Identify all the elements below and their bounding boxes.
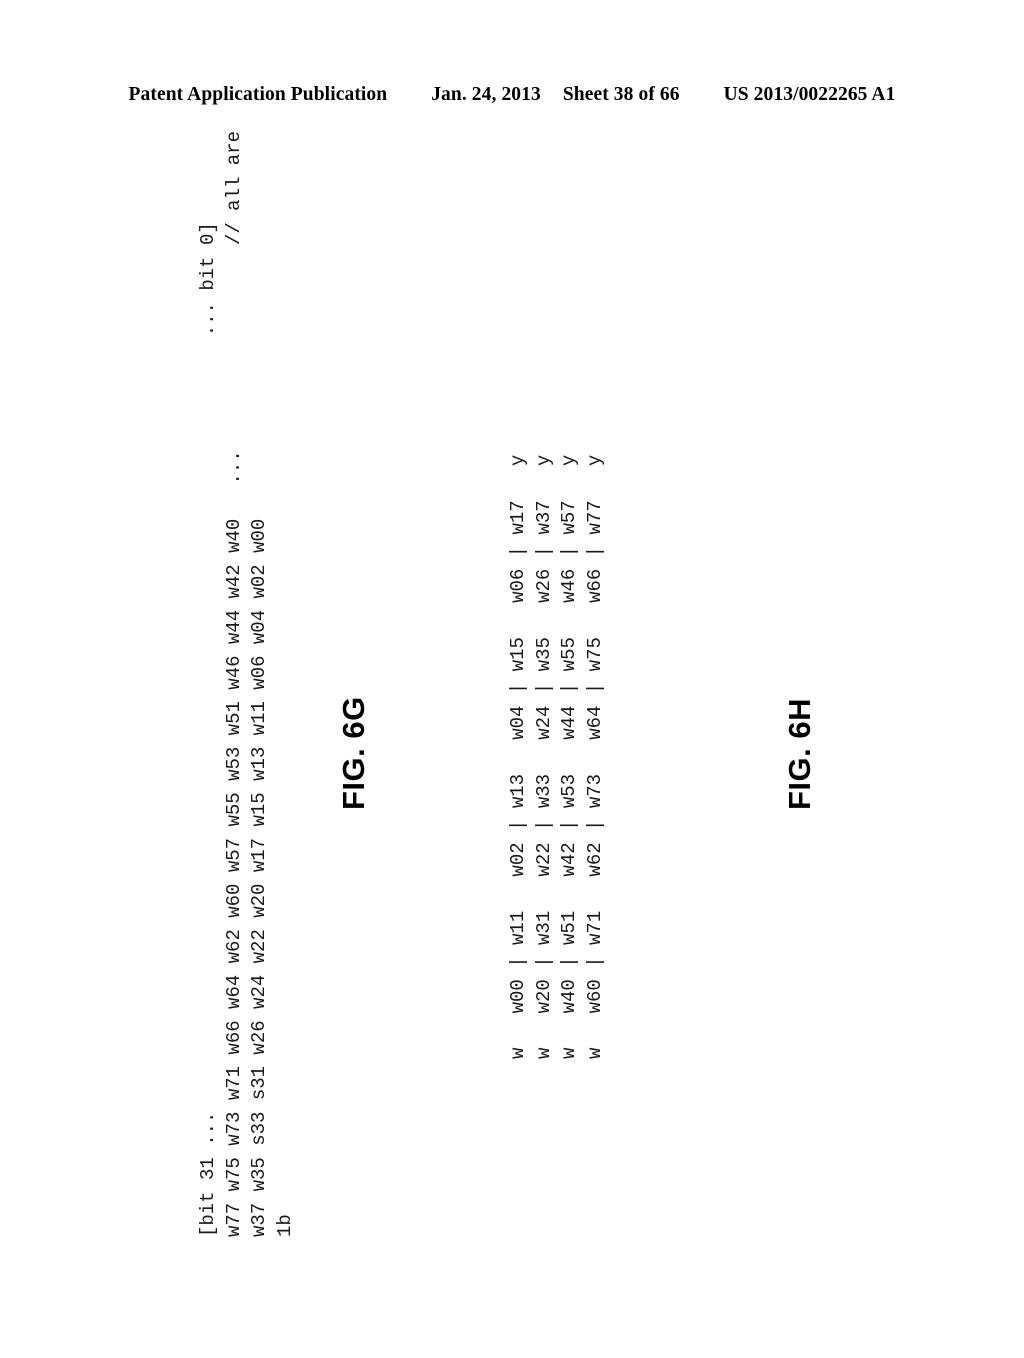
figure-6h-listing-container: w w00 | w11 w02 | w13 w04 | w15 w06 | w1…: [506, 455, 1024, 1180]
figure-6g-caption-rotation-wrapper: FIG. 6G: [336, 696, 372, 810]
matrix-row: w w20 | w31 w22 | w33 w24 | w35 w26 | w3…: [532, 454, 555, 1059]
listing-row-1b: 1b: [273, 1214, 296, 1237]
matrix-row: w w60 | w71 w62 | w73 w64 | w75 w66 | w7…: [583, 454, 606, 1059]
figure-6g-rotation-wrapper: [bit 31 ... ... bit 0] w77 w75 w73 w71 w6…: [196, 131, 298, 1237]
figure-6h-caption-rotation-wrapper: FIG. 6H: [782, 698, 818, 810]
listing-row-upper-words: w77 w75 w73 w71 w66 w64 w62 w60 w57 w55 …: [222, 131, 245, 1237]
figure-6g-caption-container: FIG. 6G: [336, 696, 450, 846]
listing-row-bit-range: [bit 31 ... ... bit 0]: [197, 222, 219, 1237]
listing-row-lower-words: w37 w35 s33 s31 w26 w24 w22 w20 w17 w15 …: [248, 518, 270, 1237]
sheet-number: Sheet 38 of 66: [562, 84, 680, 105]
page-running-header: Patent Application Publication Jan. 24, …: [0, 84, 1024, 106]
figure-6h-caption: FIG. 6H: [782, 697, 817, 810]
figure-6h-caption-container: FIG. 6H: [782, 698, 894, 846]
figure-6h-matrix-listing: w w00 | w11 w02 | w13 w04 | w15 w06 | w1…: [506, 455, 608, 1059]
matrix-row: w w00 | w11 w02 | w13 w04 | w15 w06 | w1…: [507, 454, 529, 1059]
figure-6g-code-listing: [bit 31 ... ... bit 0] w77 w75 w73 w71 w6…: [196, 131, 298, 1237]
publication-number: US 2013/0022265 A1: [723, 84, 896, 105]
publication-date: Jan. 24, 2013: [431, 84, 541, 105]
publication-label: Patent Application Publication: [128, 84, 388, 105]
figure-6h-rotation-wrapper: w w00 | w11 w02 | w13 w04 | w15 w06 | w1…: [506, 455, 608, 1059]
figure-6g-caption: FIG. 6G: [336, 696, 371, 810]
figure-6g-listing-container: [bit 31 ... ... bit 0] w77 w75 w73 w71 w6…: [196, 131, 1024, 1358]
matrix-row: w w40 | w51 w42 | w53 w44 | w55 w46 | w5…: [558, 454, 580, 1059]
